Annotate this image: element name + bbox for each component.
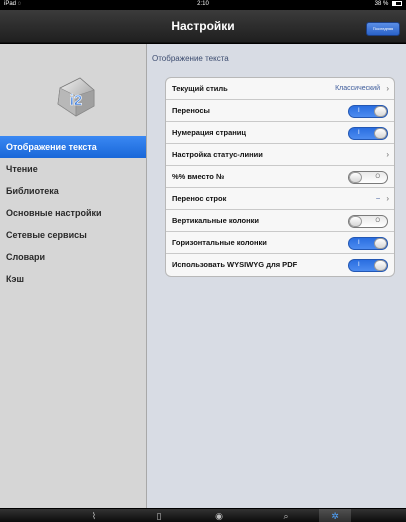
page-title: Настройки [171, 19, 235, 33]
status-time: 2:10 [197, 1, 209, 7]
globe-icon: ◉ [215, 511, 223, 521]
svg-text:i2: i2 [70, 92, 83, 109]
toggle-knob [349, 216, 362, 227]
setting-label: Настройка статус-линии [172, 150, 263, 159]
toggle-on-mark: I [358, 130, 360, 136]
toggle-knob [374, 260, 387, 271]
settings-row[interactable]: Настройка статус-линии › [166, 144, 394, 166]
setting-label: Текущий стиль [172, 84, 228, 93]
sidebar-item[interactable]: Кэш [0, 268, 146, 290]
toggle-switch[interactable]: O [348, 215, 388, 228]
settings-row: Переносы I [166, 100, 394, 122]
tab-gear[interactable]: ✲ [319, 509, 351, 522]
tab-bookshelf[interactable]: ⌇ [78, 509, 110, 522]
toggle-on-mark: I [358, 240, 360, 246]
sidebar: i2 Отображение текста Чтение Библиотека Осн… [0, 44, 147, 508]
setting-label: %% вместо № [172, 172, 225, 181]
settings-row[interactable]: Перенос строк – › [166, 188, 394, 210]
settings-row: %% вместо № O [166, 166, 394, 188]
status-bar: iPad ◌ 2:10 38 % [0, 0, 406, 10]
toggle-knob [374, 238, 387, 249]
settings-row[interactable]: Текущий стиль Классический › [166, 78, 394, 100]
setting-label: Горизонтальные колонки [172, 238, 267, 247]
navigation-bar: Настройки Последняя [0, 10, 406, 43]
sidebar-item[interactable]: Основные настройки [0, 202, 146, 224]
section-title: Отображение текста [152, 54, 229, 63]
toggle-switch[interactable]: I [348, 259, 388, 272]
battery-label: 38 % [374, 1, 389, 8]
sidebar-item[interactable]: Сетевые сервисы [0, 224, 146, 246]
chevron-right-icon: › [386, 194, 389, 203]
setting-label: Нумерация страниц [172, 128, 246, 137]
book-icon: ▯ [156, 511, 162, 521]
setting-label: Переносы [172, 106, 210, 115]
gear-icon: ✲ [331, 511, 339, 521]
toggle-switch[interactable]: O [348, 171, 388, 184]
setting-value: Классический [335, 85, 380, 92]
sidebar-menu: Отображение текста Чтение Библиотека Основн… [0, 136, 146, 290]
settings-row: Вертикальные колонки O [166, 210, 394, 232]
toggle-on-mark: I [358, 262, 360, 268]
tab-bar: ⌇ ▯ ◉ ⌕ ✲ [0, 508, 406, 522]
tab-book[interactable]: ▯ [143, 509, 175, 522]
toggle-switch[interactable]: I [348, 237, 388, 250]
settings-row: Использовать WYSIWYG для PDF I [166, 254, 394, 276]
settings-row: Нумерация страниц I [166, 122, 394, 144]
bookshelf-icon: ⌇ [91, 511, 97, 521]
tab-search[interactable]: ⌕ [270, 509, 302, 522]
last-button[interactable]: Последняя [366, 22, 400, 36]
toggle-knob [374, 128, 387, 139]
toggle-off-mark: O [375, 218, 380, 224]
toggle-switch[interactable]: I [348, 105, 388, 118]
toggle-knob [374, 106, 387, 117]
setting-label: Перенос строк [172, 194, 227, 203]
app-logo: i2 [57, 77, 95, 117]
battery-icon [392, 1, 402, 6]
sidebar-item[interactable]: Чтение [0, 158, 146, 180]
toggle-switch[interactable]: I [348, 127, 388, 140]
toggle-off-mark: O [375, 174, 380, 180]
tab-globe[interactable]: ◉ [203, 509, 235, 522]
settings-panel: Отображение текста Текущий стиль Классиче… [147, 44, 406, 508]
status-battery: 38 % [375, 1, 402, 7]
chevron-right-icon: › [386, 150, 389, 159]
setting-value: – [376, 195, 380, 202]
toggle-on-mark: I [358, 108, 360, 114]
settings-row: Горизонтальные колонки I [166, 232, 394, 254]
chevron-right-icon: › [386, 84, 389, 93]
toggle-knob [349, 172, 362, 183]
search-icon: ⌕ [283, 511, 289, 521]
sidebar-item[interactable]: Отображение текста [0, 136, 146, 158]
sidebar-item[interactable]: Библиотека [0, 180, 146, 202]
setting-label: Использовать WYSIWYG для PDF [172, 260, 298, 269]
sidebar-item[interactable]: Словари [0, 246, 146, 268]
settings-group: Текущий стиль Классический › Переносы I Нумер… [165, 77, 395, 277]
setting-label: Вертикальные колонки [172, 216, 260, 225]
